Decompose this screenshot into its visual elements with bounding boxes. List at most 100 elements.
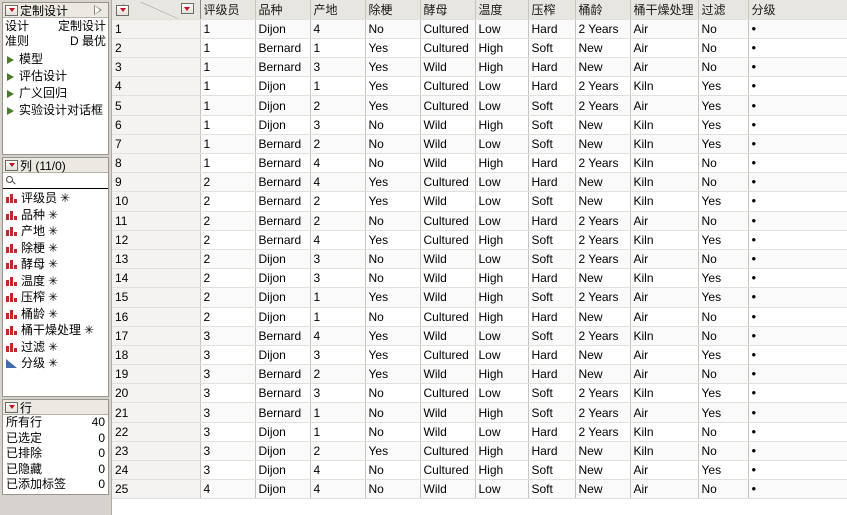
table-cell[interactable]: • — [748, 345, 847, 366]
row-number-cell[interactable]: 24 — [112, 460, 201, 481]
table-cell[interactable]: 2 — [200, 249, 256, 270]
table-cell[interactable]: Dijon — [255, 19, 311, 39]
column-list-item[interactable]: 评级员 ✳ — [3, 190, 108, 207]
table-cell[interactable]: Dijon — [255, 345, 311, 366]
table-cell[interactable]: Low — [475, 134, 529, 155]
row-number-cell[interactable]: 1 — [112, 19, 201, 39]
table-cell[interactable]: No — [698, 211, 749, 231]
table-cell[interactable]: Wild — [420, 287, 476, 308]
row-number-cell[interactable]: 15 — [112, 287, 201, 308]
table-cell[interactable]: 1 — [200, 19, 256, 39]
table-cell[interactable]: 2 — [310, 95, 366, 116]
table-row[interactable]: 10 2 Bernard 2 Yes Wild Low Soft New Kiln Yes • — [112, 191, 847, 212]
table-row[interactable]: 6 1 Dijon 3 No Wild High Soft New Kiln Yes • — [112, 115, 847, 135]
table-cell[interactable]: • — [748, 57, 847, 78]
table-cell[interactable]: 2 Years — [575, 287, 631, 308]
row-number-cell[interactable]: 8 — [112, 153, 201, 174]
table-cell[interactable]: • — [748, 76, 847, 97]
table-cell[interactable]: 3 — [200, 364, 256, 385]
table-cell[interactable]: 1 — [310, 422, 366, 442]
table-cell[interactable]: • — [748, 134, 847, 155]
table-cell[interactable]: Bernard — [255, 153, 311, 174]
table-cell[interactable]: 1 — [200, 57, 256, 78]
table-cell[interactable]: Yes — [698, 287, 749, 308]
table-row[interactable]: 7 1 Bernard 2 No Wild Low Soft New Kiln Yes • — [112, 134, 847, 155]
table-cell[interactable]: Kiln — [630, 115, 699, 135]
table-cell[interactable]: Yes — [365, 326, 421, 346]
table-cell[interactable]: 1 — [200, 76, 256, 97]
table-cell[interactable]: No — [698, 153, 749, 174]
table-cell[interactable]: Air — [630, 460, 699, 481]
table-cell[interactable]: Low — [475, 479, 529, 500]
table-cell[interactable]: Soft — [528, 479, 576, 500]
table-cell[interactable]: Wild — [420, 191, 476, 212]
table-cell[interactable]: • — [748, 230, 847, 250]
table-cell[interactable]: Low — [475, 345, 529, 366]
table-cell[interactable]: No — [698, 172, 749, 193]
table-cell[interactable]: 2 Years — [575, 249, 631, 270]
table-cell[interactable]: Yes — [365, 76, 421, 97]
table-cell[interactable]: • — [748, 364, 847, 385]
row-number-cell[interactable]: 21 — [112, 402, 201, 423]
table-cell[interactable]: Soft — [528, 38, 576, 59]
table-cell[interactable]: High — [475, 38, 529, 59]
table-cell[interactable]: Wild — [420, 153, 476, 174]
table-cell[interactable]: 3 — [200, 326, 256, 346]
table-cell[interactable]: New — [575, 115, 631, 135]
table-cell[interactable]: Yes — [365, 191, 421, 212]
columns-menu-icon[interactable] — [116, 4, 129, 16]
table-cell[interactable]: Dijon — [255, 422, 311, 442]
table-cell[interactable]: No — [365, 249, 421, 270]
table-cell[interactable]: 4 — [310, 153, 366, 174]
table-cell[interactable]: Wild — [420, 57, 476, 78]
table-cell[interactable]: Bernard — [255, 326, 311, 346]
table-cell[interactable]: Bernard — [255, 134, 311, 155]
table-cell[interactable]: Cultured — [420, 230, 476, 250]
table-cell[interactable]: Wild — [420, 134, 476, 155]
table-cell[interactable]: 3 — [200, 345, 256, 366]
table-cell[interactable]: Hard — [528, 268, 576, 289]
table-cell[interactable]: Yes — [698, 76, 749, 97]
table-cell[interactable]: Yes — [365, 38, 421, 59]
table-cell[interactable]: Hard — [528, 345, 576, 366]
column-header-rater[interactable]: 评级员 — [200, 0, 256, 20]
table-cell[interactable]: Dijon — [255, 249, 311, 270]
table-cell[interactable]: Soft — [528, 191, 576, 212]
table-cell[interactable]: 2 — [310, 211, 366, 231]
table-cell[interactable]: Cultured — [420, 95, 476, 116]
table-cell[interactable]: 1 — [200, 115, 256, 135]
table-cell[interactable]: • — [748, 211, 847, 231]
table-cell[interactable]: High — [475, 364, 529, 385]
table-cell[interactable]: Low — [475, 326, 529, 346]
table-cell[interactable]: Kiln — [630, 422, 699, 442]
column-list-item[interactable]: 酵母 ✳ — [3, 256, 108, 273]
table-cell[interactable]: No — [698, 249, 749, 270]
table-cell[interactable]: Yes — [365, 57, 421, 78]
table-cell[interactable]: Low — [475, 383, 529, 404]
triangle-right-icon[interactable] — [7, 72, 14, 81]
table-cell[interactable]: Kiln — [630, 153, 699, 174]
table-cell[interactable]: Soft — [528, 95, 576, 116]
table-cell[interactable]: New — [575, 57, 631, 78]
table-cell[interactable]: No — [365, 211, 421, 231]
table-cell[interactable]: No — [698, 38, 749, 59]
table-cell[interactable]: Air — [630, 95, 699, 116]
row-number-cell[interactable]: 6 — [112, 115, 201, 135]
table-cell[interactable]: No — [365, 115, 421, 135]
table-cell[interactable]: No — [698, 57, 749, 78]
table-cell[interactable]: Wild — [420, 364, 476, 385]
table-cell[interactable]: 3 — [310, 345, 366, 366]
table-cell[interactable]: • — [748, 460, 847, 481]
table-row[interactable]: 19 3 Bernard 2 Yes Wild High Hard New Air No • — [112, 364, 847, 385]
table-cell[interactable]: Yes — [698, 383, 749, 404]
table-row[interactable]: 24 3 Dijon 4 No Cultured High Soft New Air Yes • — [112, 460, 847, 481]
rows-stat-item[interactable]: 已排除 0 — [3, 446, 108, 462]
table-cell[interactable]: Bernard — [255, 191, 311, 212]
column-header-destemming[interactable]: 除梗 — [365, 0, 421, 20]
table-cell[interactable]: Yes — [698, 460, 749, 481]
table-cell[interactable]: New — [575, 172, 631, 193]
table-cell[interactable]: Kiln — [630, 383, 699, 404]
table-cell[interactable]: 3 — [200, 422, 256, 442]
table-cell[interactable]: Air — [630, 307, 699, 327]
table-cell[interactable]: • — [748, 383, 847, 404]
